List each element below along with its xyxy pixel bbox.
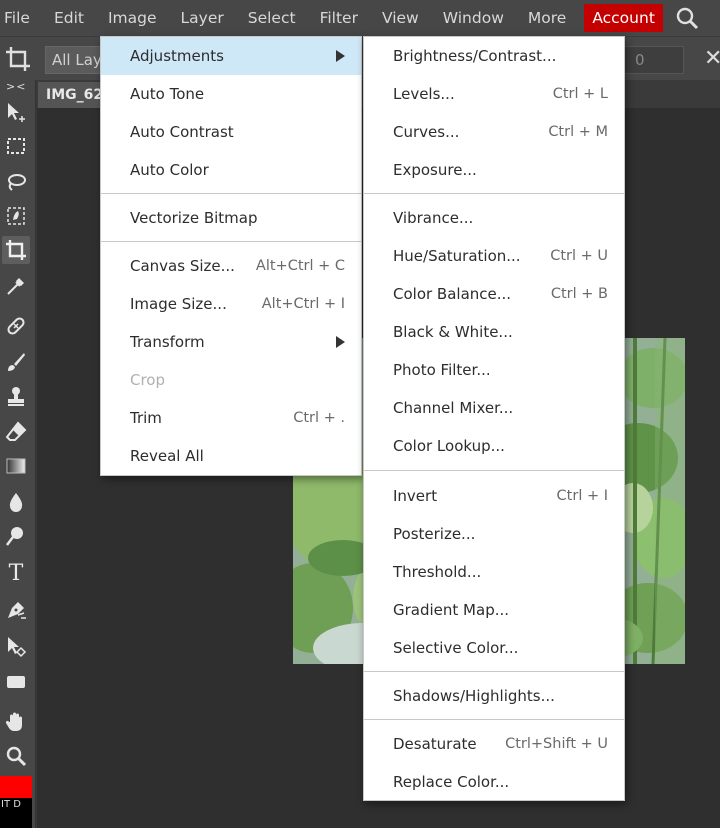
shortcut: Ctrl + M: [548, 124, 608, 140]
menu-item-adjustments[interactable]: Adjustments: [101, 37, 361, 75]
rectangle-tool-icon[interactable]: [2, 668, 30, 696]
shortcut: Ctrl + L: [552, 86, 608, 102]
crop-icon[interactable]: [4, 45, 32, 73]
type-tool-icon[interactable]: T: [2, 560, 30, 588]
menu-separator: [101, 241, 361, 242]
menu-item-reveal-all[interactable]: Reveal All: [101, 437, 361, 475]
pen-tool-icon[interactable]: [2, 596, 30, 624]
value-field[interactable]: 0: [620, 46, 684, 74]
quick-select-tool-icon[interactable]: [2, 202, 30, 230]
menu-edit[interactable]: Edit: [42, 0, 96, 36]
swatch-label: IT D: [1, 799, 21, 810]
menu-item-brightness-contrast[interactable]: Brightness/Contrast...: [364, 37, 624, 75]
menu-item-selective-color[interactable]: Selective Color...: [364, 629, 624, 667]
shortcut: Ctrl+Shift + U: [505, 736, 608, 752]
healing-brush-tool-icon[interactable]: [2, 312, 30, 340]
submenu-arrow-icon: [336, 336, 345, 348]
menu-item-replace-color[interactable]: Replace Color...: [364, 763, 624, 801]
blur-tool-icon[interactable]: [2, 488, 30, 516]
background-color-swatch[interactable]: IT D: [0, 798, 32, 828]
menu-item-vectorize-bitmap[interactable]: Vectorize Bitmap: [101, 199, 361, 237]
close-icon[interactable]: ✕: [704, 45, 720, 73]
menu-item-black-white[interactable]: Black & White...: [364, 313, 624, 351]
search-icon[interactable]: [669, 0, 705, 36]
menu-item-canvas-size[interactable]: Canvas Size... Alt+Ctrl + C: [101, 247, 361, 285]
zoom-tool-icon[interactable]: [2, 742, 30, 770]
shortcut: Ctrl + U: [550, 248, 608, 264]
image-menu: Adjustments Auto Tone Auto Contrast Auto…: [100, 36, 362, 476]
marquee-tool-icon[interactable]: [2, 132, 30, 160]
menu-item-image-size[interactable]: Image Size... Alt+Ctrl + I: [101, 285, 361, 323]
menu-item-photo-filter[interactable]: Photo Filter...: [364, 351, 624, 389]
move-tool-icon[interactable]: [2, 98, 30, 126]
menu-separator: [364, 193, 624, 194]
path-select-tool-icon[interactable]: [2, 632, 30, 660]
collapse-icon[interactable]: ><: [6, 80, 26, 93]
stamp-tool-icon[interactable]: [2, 382, 30, 410]
menu-view[interactable]: View: [370, 0, 431, 36]
dodge-tool-icon[interactable]: [2, 522, 30, 550]
foreground-color-swatch[interactable]: [0, 776, 32, 798]
menu-item-curves[interactable]: Curves... Ctrl + M: [364, 113, 624, 151]
document-tab[interactable]: IMG_62: [38, 82, 100, 108]
menu-item-exposure[interactable]: Exposure...: [364, 151, 624, 189]
menu-item-posterize[interactable]: Posterize...: [364, 515, 624, 553]
crop-tool-icon[interactable]: [2, 236, 30, 264]
menu-select[interactable]: Select: [236, 0, 308, 36]
menu-filter[interactable]: Filter: [308, 0, 370, 36]
menu-window[interactable]: Window: [431, 0, 516, 36]
eyedropper-tool-icon[interactable]: [2, 272, 30, 300]
shortcut: Ctrl + B: [550, 286, 608, 302]
menu-item-crop: Crop: [130, 371, 166, 389]
menu-item-vibrance[interactable]: Vibrance...: [364, 199, 624, 237]
gradient-tool-icon[interactable]: [2, 452, 30, 480]
menu-item-trim[interactable]: Trim Ctrl + .: [101, 399, 361, 437]
menu-item-invert[interactable]: Invert Ctrl + I: [364, 477, 624, 515]
menu-item-hue-saturation[interactable]: Hue/Saturation... Ctrl + U: [364, 237, 624, 275]
menu-separator: [101, 193, 361, 194]
menu-item-channel-mixer[interactable]: Channel Mixer...: [364, 389, 624, 427]
eraser-tool-icon[interactable]: [2, 418, 30, 446]
menu-item-levels[interactable]: Levels... Ctrl + L: [364, 75, 624, 113]
menu-item-desaturate[interactable]: Desaturate Ctrl+Shift + U: [364, 725, 624, 763]
menu-item-gradient-map[interactable]: Gradient Map...: [364, 591, 624, 629]
menu-separator: [364, 671, 624, 672]
account-button[interactable]: Account: [584, 4, 663, 32]
shortcut: Alt+Ctrl + I: [261, 296, 345, 312]
shortcut: Alt+Ctrl + C: [255, 258, 345, 274]
menu-separator: [364, 470, 624, 471]
submenu-arrow-icon: [336, 50, 345, 62]
brush-tool-icon[interactable]: [2, 348, 30, 376]
menu-item-auto-color[interactable]: Auto Color: [101, 151, 361, 189]
shortcut: Ctrl + I: [556, 488, 608, 504]
menu-layer[interactable]: Layer: [169, 0, 236, 36]
menu-separator: [364, 719, 624, 720]
menu-image[interactable]: Image: [96, 0, 169, 36]
menu-item-threshold[interactable]: Threshold...: [364, 553, 624, 591]
menu-item-transform[interactable]: Transform: [101, 323, 361, 361]
lasso-tool-icon[interactable]: [2, 168, 30, 196]
toolbar: >< T IT D: [0, 80, 36, 828]
menu-item-shadows-highlights[interactable]: Shadows/Highlights...: [364, 677, 624, 715]
menubar: File Edit Image Layer Select Filter View…: [0, 0, 720, 36]
adjustments-submenu: Brightness/Contrast... Levels... Ctrl + …: [363, 36, 625, 801]
shortcut: Ctrl + .: [293, 410, 345, 426]
layer-select[interactable]: All Layers: [45, 46, 105, 74]
menu-more[interactable]: More: [516, 0, 578, 36]
menu-item-auto-contrast[interactable]: Auto Contrast: [101, 113, 361, 151]
menu-file[interactable]: File: [0, 0, 42, 36]
menu-item-color-balance[interactable]: Color Balance... Ctrl + B: [364, 275, 624, 313]
hand-tool-icon[interactable]: [2, 708, 30, 736]
menu-item-color-lookup[interactable]: Color Lookup...: [364, 427, 624, 465]
menu-item-auto-tone[interactable]: Auto Tone: [101, 75, 361, 113]
